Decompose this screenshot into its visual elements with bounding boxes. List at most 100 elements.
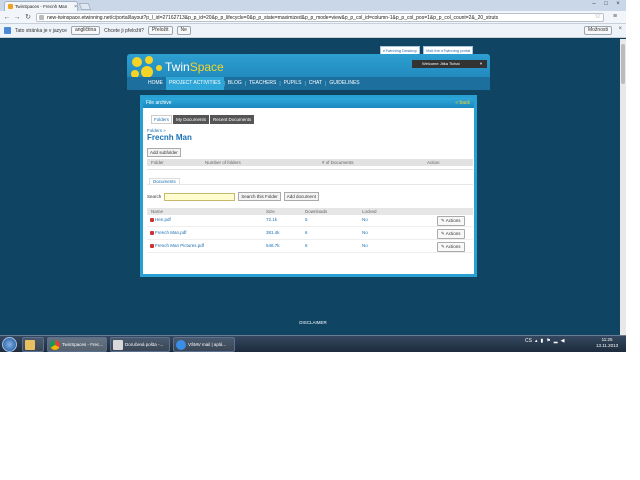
translate-button[interactable]: Přeložit: [147, 26, 173, 35]
document-name: French Man Pictures.pdf: [155, 243, 205, 248]
col-name: Name: [151, 209, 164, 214]
tab-my-documents[interactable]: My Documents: [173, 115, 210, 124]
document-downloads: 6: [305, 230, 308, 235]
tab-title: TwinSpaces - Frecnh Man: [14, 4, 68, 9]
tray-arrow-icon[interactable]: ▴: [535, 338, 538, 344]
tab-bar: TwinSpaces - Frecnh Man × – □ ×: [0, 0, 626, 11]
taskbar-label: Doručená pošta -...: [125, 342, 164, 347]
nav-project-activities[interactable]: PROJECT ACTIVITIES: [166, 77, 224, 90]
file-archive-panel: File archive « back Folders My Documents…: [140, 95, 477, 277]
back-label: back: [459, 100, 470, 106]
table-row: French Man Pictures.pdf 546.7k 6 No ✎ Ac…: [147, 241, 473, 253]
nav-blog[interactable]: BLOG: [225, 77, 245, 90]
flag-icon[interactable]: ⚑: [546, 338, 550, 344]
maximize-icon[interactable]: □: [600, 0, 612, 8]
translate-text: Tato stránka je v jazyce: [15, 27, 67, 34]
page-icon: [39, 15, 44, 20]
divider: [147, 184, 473, 185]
page-title: Frecnh Man: [147, 133, 192, 142]
minimize-icon[interactable]: –: [588, 0, 600, 8]
nav-pupils[interactable]: PUPILS: [281, 77, 305, 90]
document-downloads: 5: [305, 217, 308, 222]
language-select[interactable]: angličtina: [70, 26, 101, 35]
document-link[interactable]: French Man.pdf: [150, 230, 187, 235]
screen: TwinSpaces - Frecnh Man × – □ × ← → ↻ ne…: [0, 0, 626, 352]
mail-icon: [113, 339, 123, 350]
favicon-icon: [8, 4, 13, 9]
document-locked: No: [362, 230, 368, 235]
add-document-button[interactable]: Add document: [283, 192, 319, 201]
actions-button[interactable]: ✎ Actions: [437, 216, 465, 226]
translate-bar: Tato stránka je v jazyce angličtina Chce…: [0, 24, 626, 38]
col-action: Action: [427, 160, 440, 165]
document-size: 546.7k: [266, 243, 280, 248]
main-nav: HOME PROJECT ACTIVITIES | BLOG | TEACHER…: [127, 77, 490, 90]
actions-button[interactable]: ✎ Actions: [437, 229, 465, 239]
search-input[interactable]: [164, 192, 236, 201]
document-name: French Man.pdf: [155, 230, 187, 235]
taskbar-label: VŠMV mail | aplá...: [188, 342, 227, 347]
clock-date: 13.11.2013: [596, 343, 619, 348]
search-folder-button[interactable]: Search this Folder: [238, 192, 281, 201]
file-archive-bar: File archive « back: [143, 98, 474, 108]
no-button[interactable]: Ne: [176, 26, 191, 35]
actions-button[interactable]: ✎ Actions: [437, 242, 465, 252]
menu-icon[interactable]: ≡: [613, 13, 617, 20]
nav-teachers[interactable]: TEACHERS: [246, 77, 279, 90]
system-tray: CS ▴ ▮ ⚑ ▂ ◀: [525, 338, 564, 344]
scrollbar-thumb[interactable]: [621, 44, 625, 84]
reload-icon[interactable]: ↻: [24, 13, 32, 22]
translate-question: Chcete ji přeložit?: [104, 27, 144, 34]
language-indicator[interactable]: CS: [525, 338, 532, 344]
close-translate-icon[interactable]: ×: [618, 26, 622, 32]
forward-arrow-icon[interactable]: →: [13, 13, 21, 22]
welcome-menu[interactable]: Welcome Jitka Tichal ▼: [412, 60, 487, 68]
page: eTwinning Desktop Visit the eTwinning po…: [0, 39, 626, 335]
back-arrow-icon[interactable]: ←: [3, 13, 11, 22]
tab-folders[interactable]: Folders: [151, 115, 173, 124]
taskbar-item-ie[interactable]: VŠMV mail | aplá...: [173, 337, 235, 352]
bookmark-star-icon[interactable]: ☆: [595, 14, 601, 21]
taskbar-item-mail[interactable]: Doručená pošta -...: [110, 337, 170, 352]
nav-guidelines[interactable]: GUIDELINES: [326, 77, 362, 90]
brand-twin: Twin: [165, 60, 190, 74]
nav-home[interactable]: HOME: [145, 77, 166, 90]
pdf-file-icon: [150, 230, 154, 235]
start-button-icon[interactable]: [2, 337, 17, 352]
browser-tab[interactable]: TwinSpaces - Frecnh Man ×: [4, 1, 78, 11]
actions-label: Actions: [445, 231, 461, 236]
pdf-file-icon: [150, 243, 154, 248]
clock[interactable]: 11:25 13.11.2013: [596, 337, 618, 349]
document-locked: No: [362, 217, 368, 222]
archive-tabs: Folders My Documents Recent Documents: [151, 115, 255, 124]
translate-icon: [4, 27, 11, 34]
close-window-icon[interactable]: ×: [612, 0, 624, 8]
close-tab-icon[interactable]: ×: [74, 4, 77, 10]
document-link[interactable]: Hen.pdf: [150, 217, 171, 222]
site-header: TwinSpace Welcome Jitka Tichal ▼ HOME PR…: [127, 54, 490, 90]
new-tab-button[interactable]: [78, 3, 92, 10]
tab-recent-documents[interactable]: Recent Documents: [210, 115, 255, 124]
taskbar-item-chrome[interactable]: TwinSpaces - Frec...: [47, 337, 107, 352]
search-label: Search: [147, 194, 162, 199]
chrome-icon: [50, 339, 60, 350]
disclaimer-link[interactable]: DISCLAIMER: [0, 318, 626, 328]
col-locked: Locked: [362, 209, 377, 214]
volume-icon[interactable]: ◀: [561, 338, 565, 344]
scrollbar[interactable]: [620, 39, 626, 335]
network-icon[interactable]: ▂: [554, 338, 558, 344]
add-subfolder-button[interactable]: Add subfolder: [147, 148, 181, 157]
options-button[interactable]: Možnosti: [583, 26, 612, 35]
document-link[interactable]: French Man Pictures.pdf: [150, 243, 204, 248]
actions-label: Actions: [445, 244, 461, 249]
nav-chat[interactable]: CHAT: [306, 77, 325, 90]
brand-space: Space: [189, 60, 224, 74]
explorer-taskbar-button[interactable]: [22, 337, 44, 352]
url-field[interactable]: new-twinspace.etwinning.net/c/portal/lay…: [36, 13, 604, 22]
file-archive-title: File archive: [146, 100, 172, 106]
welcome-text: Welcome Jitka Tichal: [422, 61, 460, 66]
brand-name: TwinSpace: [165, 60, 224, 74]
col-number-of-folders: Number of folders: [205, 160, 241, 165]
back-link[interactable]: « back: [455, 98, 470, 108]
battery-icon[interactable]: ▮: [540, 338, 543, 344]
